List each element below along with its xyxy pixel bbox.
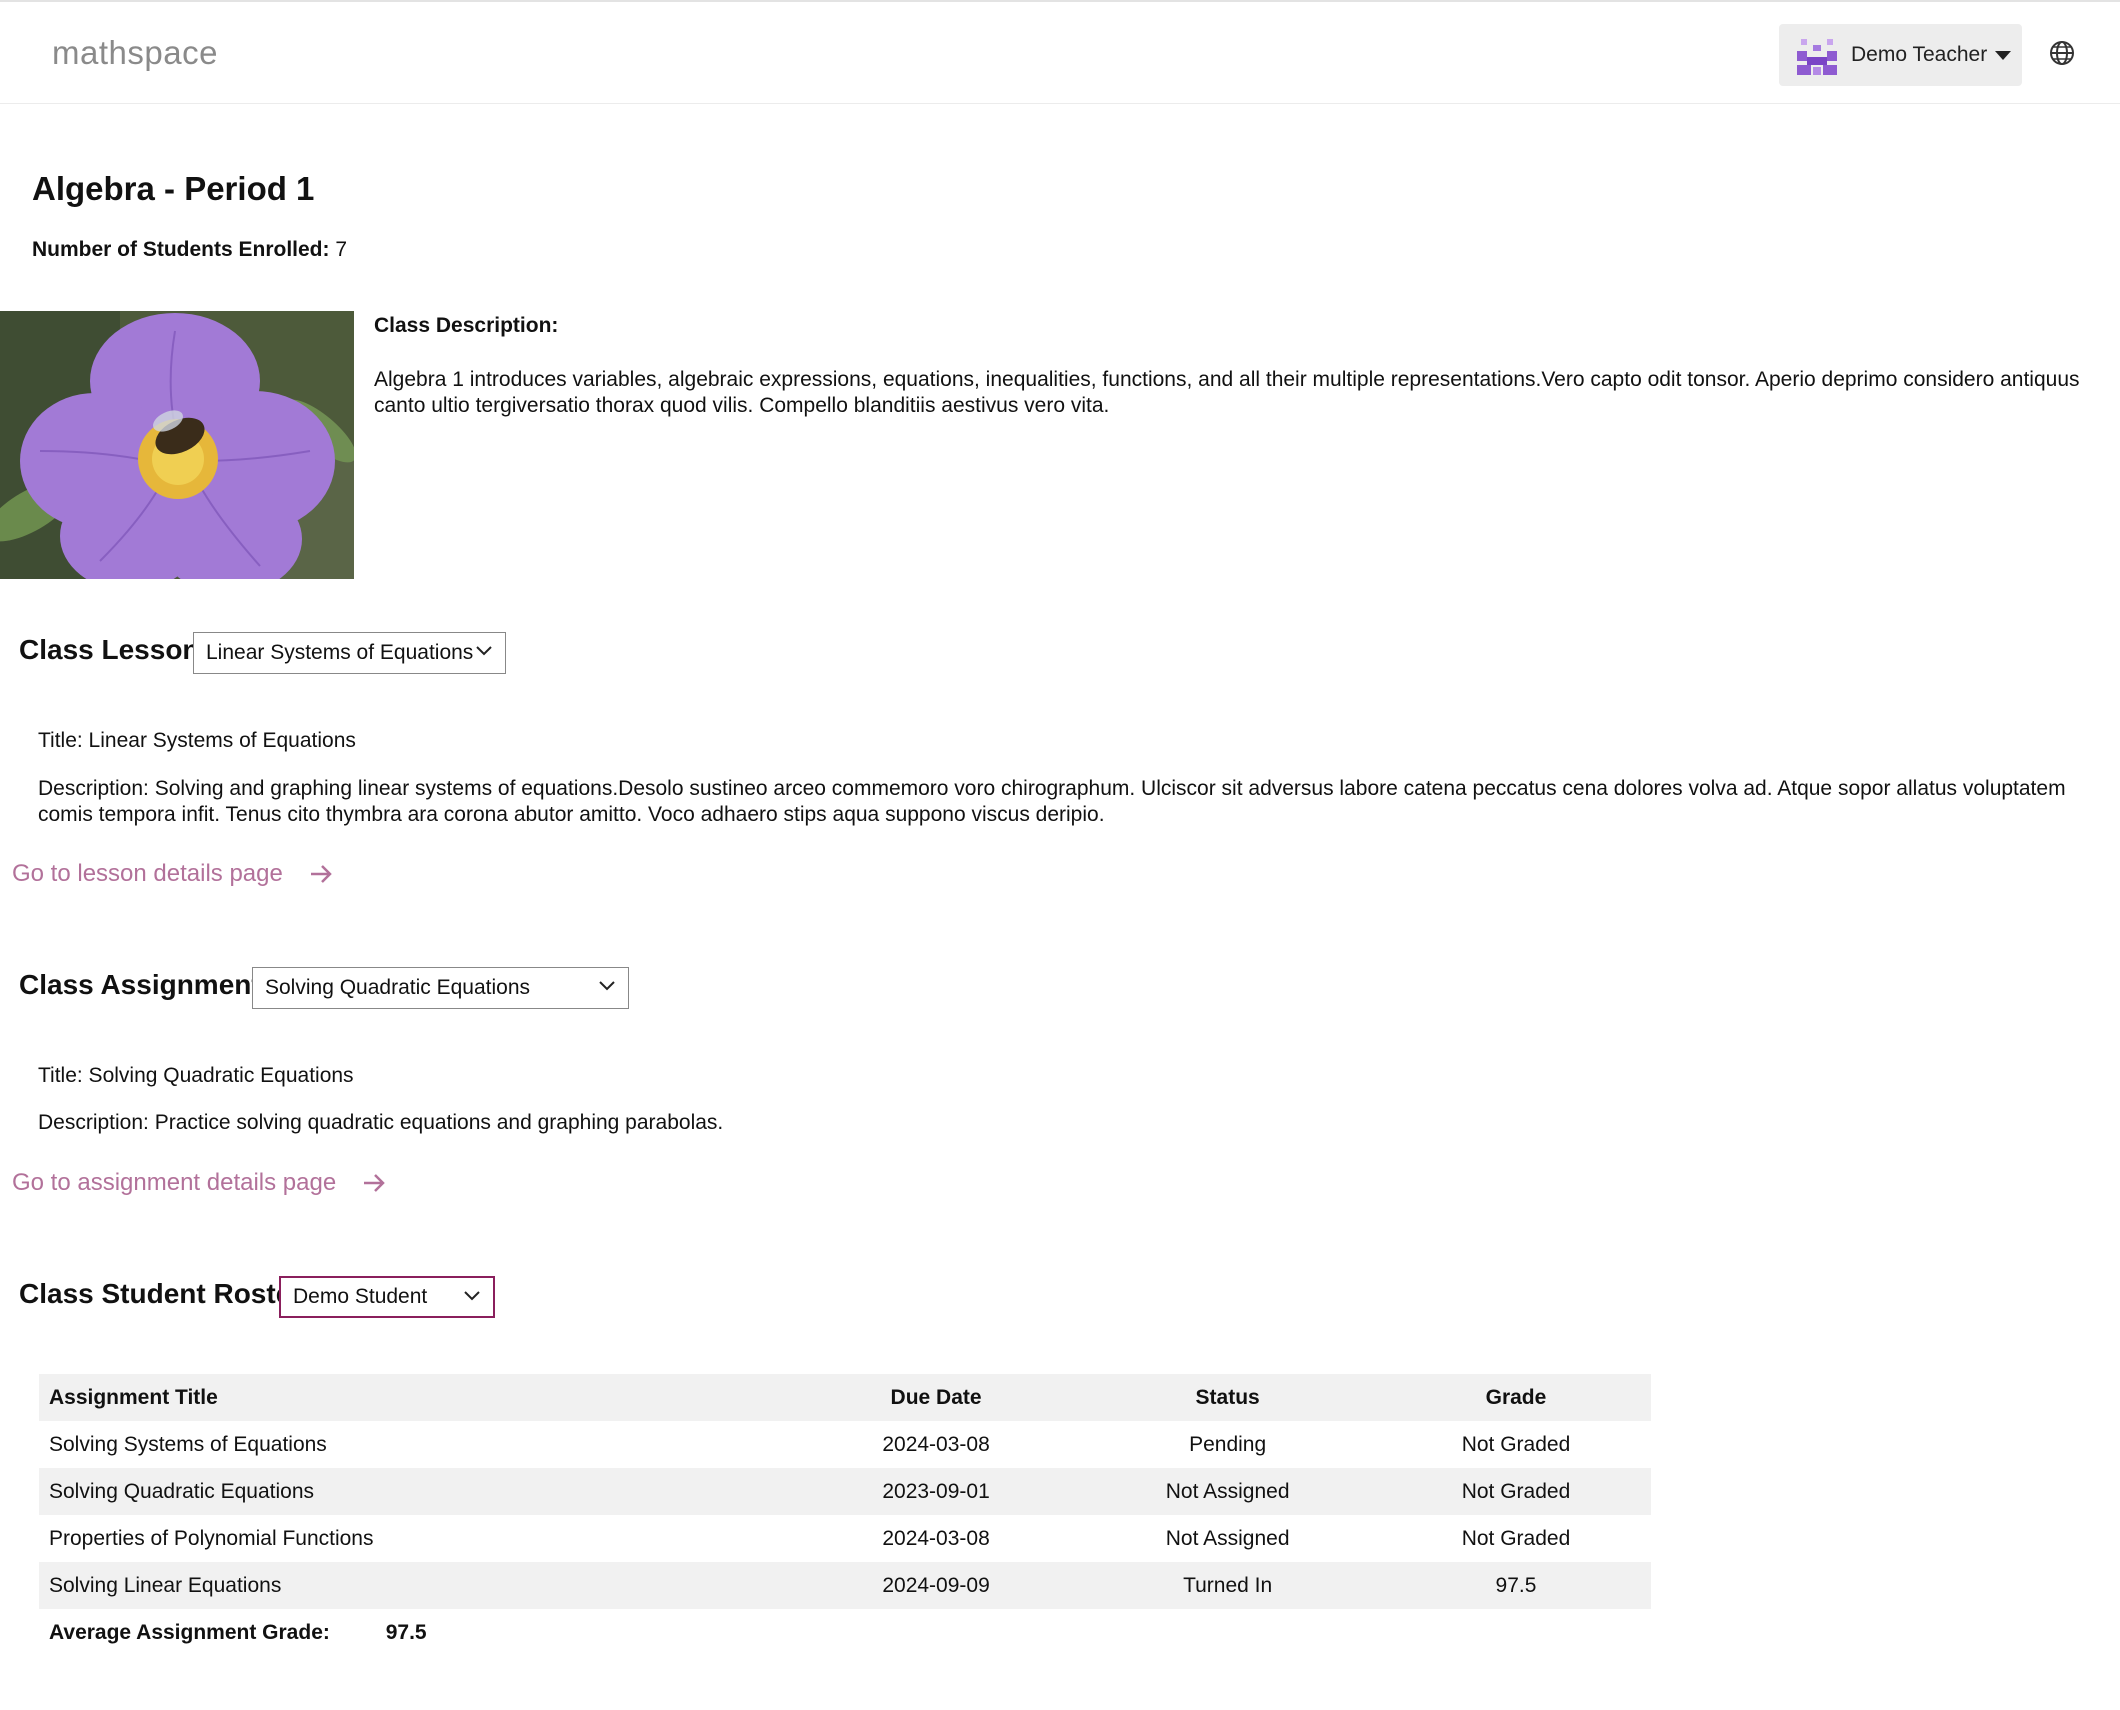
class-assignments-label: Class Assignments: [19,969,286,1000]
enrolled-label: Number of Students Enrolled: [32,238,330,261]
roster-table: Assignment Title Due Date Status Grade S… [39,1374,1651,1656]
assignment-title-cell: Solving Quadratic Equations [49,1479,314,1503]
column-header: Assignment Title [49,1385,218,1409]
due-date-cell: 2024-03-08 [882,1526,990,1550]
class-roster-label: Class Student Roster: [19,1278,312,1309]
assignment-details-link-text: Go to assignment details page [12,1169,337,1196]
assignment-title-cell: Solving Linear Equations [49,1573,282,1597]
chevron-down-icon [599,981,615,991]
grade-cell: Not Graded [1461,1479,1571,1503]
lessons-select[interactable]: Linear Systems of Equations [193,632,506,674]
grade-cell: Not Graded [1461,1526,1571,1550]
caret-down-icon [1995,50,2012,60]
avatar-icon [1797,39,1837,75]
due-date-cell: 2023-09-01 [882,1479,990,1503]
assignment-title: Title: Solving Quadratic Equations [38,1064,354,1087]
chevron-down-icon [476,646,492,656]
mathspace-logo[interactable]: mathspace [52,34,218,72]
table-row: Solving Systems of Equations 2024-03-08 … [39,1421,1651,1468]
average-grade-cell: Average Assignment Grade: 97.5 [39,1609,1651,1656]
user-name: Demo Teacher [1851,43,1988,66]
assignments-select-value: Solving Quadratic Equations [265,976,530,999]
grade-cell: 97.5 [1495,1573,1537,1597]
class-description-label: Class Description: [374,314,559,337]
globe-icon[interactable] [2049,40,2075,66]
user-menu-button[interactable]: Demo Teacher [1779,24,2022,86]
lesson-details-link[interactable]: Go to lesson details page [12,860,333,888]
class-image [0,311,354,579]
table-row: Solving Quadratic Equations 2023-09-01 N… [39,1468,1651,1515]
due-date-cell: 2024-03-08 [882,1432,990,1456]
status-cell: Not Assigned [1165,1479,1290,1503]
arrow-right-icon [364,1174,385,1192]
grade-cell: Not Graded [1461,1432,1571,1456]
roster-select[interactable]: Demo Student [279,1276,495,1318]
lesson-description: Description: Solving and graphing linear… [38,777,2066,826]
enrolled-value: 7 [335,238,348,261]
table-header-row: Assignment Title Due Date Status Grade [39,1374,1651,1421]
assignment-title-cell: Solving Systems of Equations [49,1432,327,1456]
class-description: Algebra 1 introduces variables, algebrai… [374,368,2080,417]
status-cell: Pending [1189,1432,1267,1456]
chevron-down-icon [464,1291,480,1301]
column-header: Status [1195,1385,1260,1409]
assignment-title-cell: Properties of Polynomial Functions [49,1526,374,1550]
due-date-cell: 2024-09-09 [882,1573,990,1597]
enrolled-count: Number of Students Enrolled: 7 [32,238,347,262]
page-title: Algebra - Period 1 [32,170,315,207]
average-grade-row: Average Assignment Grade: 97.5 [39,1609,1651,1656]
status-cell: Not Assigned [1165,1526,1290,1550]
column-header: Due Date [890,1385,982,1409]
assignment-description: Description: Practice solving quadratic … [38,1111,724,1134]
assignments-select[interactable]: Solving Quadratic Equations [252,967,629,1009]
status-cell: Turned In [1183,1573,1273,1597]
lessons-select-value: Linear Systems of Equations [206,641,474,664]
lesson-details-link-text: Go to lesson details page [12,860,283,887]
assignment-details-link[interactable]: Go to assignment details page [12,1169,386,1197]
arrow-right-icon [310,865,332,883]
top-bar: mathspace Demo Teacher [0,0,2120,104]
average-grade-label: Average Assignment Grade: [49,1620,330,1644]
lesson-title: Title: Linear Systems of Equations [38,729,356,752]
roster-select-value: Demo Student [293,1285,428,1308]
column-header: Grade [1485,1385,1547,1409]
table-row: Solving Linear Equations 2024-09-09 Turn… [39,1562,1651,1609]
average-grade-value: 97.5 [385,1620,427,1644]
table-row: Properties of Polynomial Functions 2024-… [39,1515,1651,1562]
